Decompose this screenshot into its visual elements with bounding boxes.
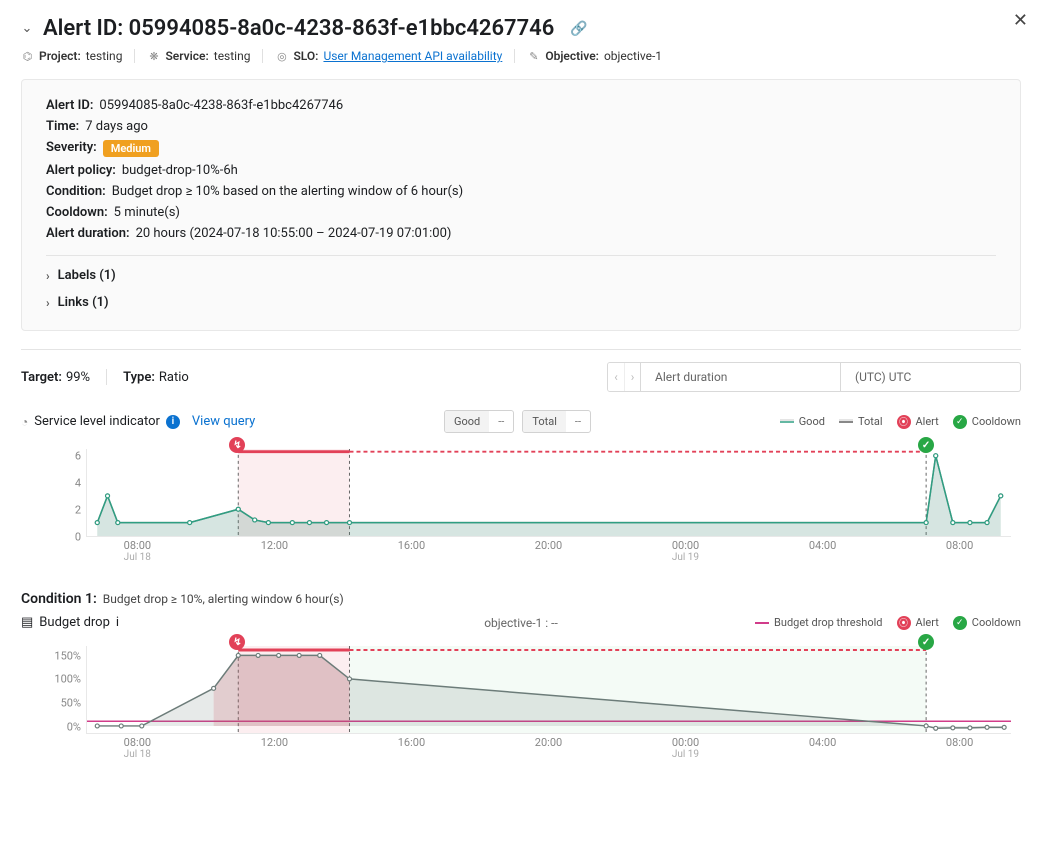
labels-expander[interactable]: ›Labels (1) [46, 262, 996, 289]
condition-desc: Budget drop ≥ 10%, alerting window 6 hou… [103, 592, 344, 606]
timezone-select[interactable]: (UTC) UTC [841, 362, 1021, 392]
alert-info-card: Alert ID:05994085-8a0c-4238-863f-e1bbc42… [21, 79, 1021, 331]
target-value: Target:99% [21, 370, 90, 385]
prev-range-button[interactable]: ‹ [608, 363, 624, 391]
page-title: Alert ID: 05994085-8a0c-4238-863f-e1bbc4… [43, 16, 554, 41]
budget-drop-chart: 0%50%100%150%08:00Jul 1812:0016:0020:000… [21, 634, 1021, 764]
budget-drop-icon: ▤ [21, 615, 33, 630]
total-pill: Total-- [522, 410, 591, 433]
legend-alert: ⦿Alert [897, 415, 939, 429]
next-range-button[interactable]: › [624, 363, 640, 391]
objective-icon: ✎ [527, 50, 540, 63]
collapse-chevron[interactable]: ⌄ [21, 23, 33, 35]
legend-cooldown: ✓Cooldown [953, 616, 1021, 630]
cooldown-marker: ✓ [918, 437, 934, 453]
budget-drop-title: Budget drop [39, 615, 110, 630]
sli-icon: ◔ [21, 415, 28, 429]
duration-select[interactable]: Alert duration [641, 362, 841, 392]
legend-total: Total [839, 415, 883, 428]
sli-chart: 024608:00Jul 1812:0016:0020:0000:00Jul 1… [21, 437, 1021, 567]
legend-alert: ⦿Alert [897, 616, 939, 630]
sli-title: Service level indicator [34, 414, 160, 429]
condition-title: Condition 1: [21, 591, 97, 607]
project-icon: ⌬ [21, 50, 34, 63]
permalink-icon[interactable]: 🔗 [570, 21, 587, 37]
links-expander[interactable]: ›Links (1) [46, 289, 996, 316]
type-value: Type:Ratio [123, 370, 189, 385]
severity-badge: Medium [103, 140, 159, 157]
info-icon[interactable]: i [166, 415, 180, 429]
service-icon: ❋ [147, 50, 160, 63]
legend-cooldown: ✓Cooldown [953, 415, 1021, 429]
chevron-right-icon: › [46, 269, 50, 283]
close-button[interactable]: ✕ [1013, 10, 1028, 31]
chevron-right-icon: › [46, 296, 50, 310]
legend-good: Good [780, 415, 825, 428]
header-meta: ⌬Project:testing ❋Service:testing ◎SLO:U… [21, 49, 1021, 63]
cooldown-marker: ✓ [918, 634, 934, 650]
info-icon[interactable]: i [116, 615, 119, 630]
slo-icon: ◎ [275, 50, 288, 63]
alert-marker: ↯ [229, 634, 245, 650]
legend-threshold: Budget drop threshold [755, 616, 882, 629]
objective-centered-label: objective-1 : -- [484, 616, 558, 630]
good-pill: Good-- [444, 410, 514, 433]
slo-link[interactable]: User Management API availability [323, 49, 502, 63]
alert-marker: ↯ [229, 437, 245, 453]
view-query-link[interactable]: View query [192, 414, 255, 429]
